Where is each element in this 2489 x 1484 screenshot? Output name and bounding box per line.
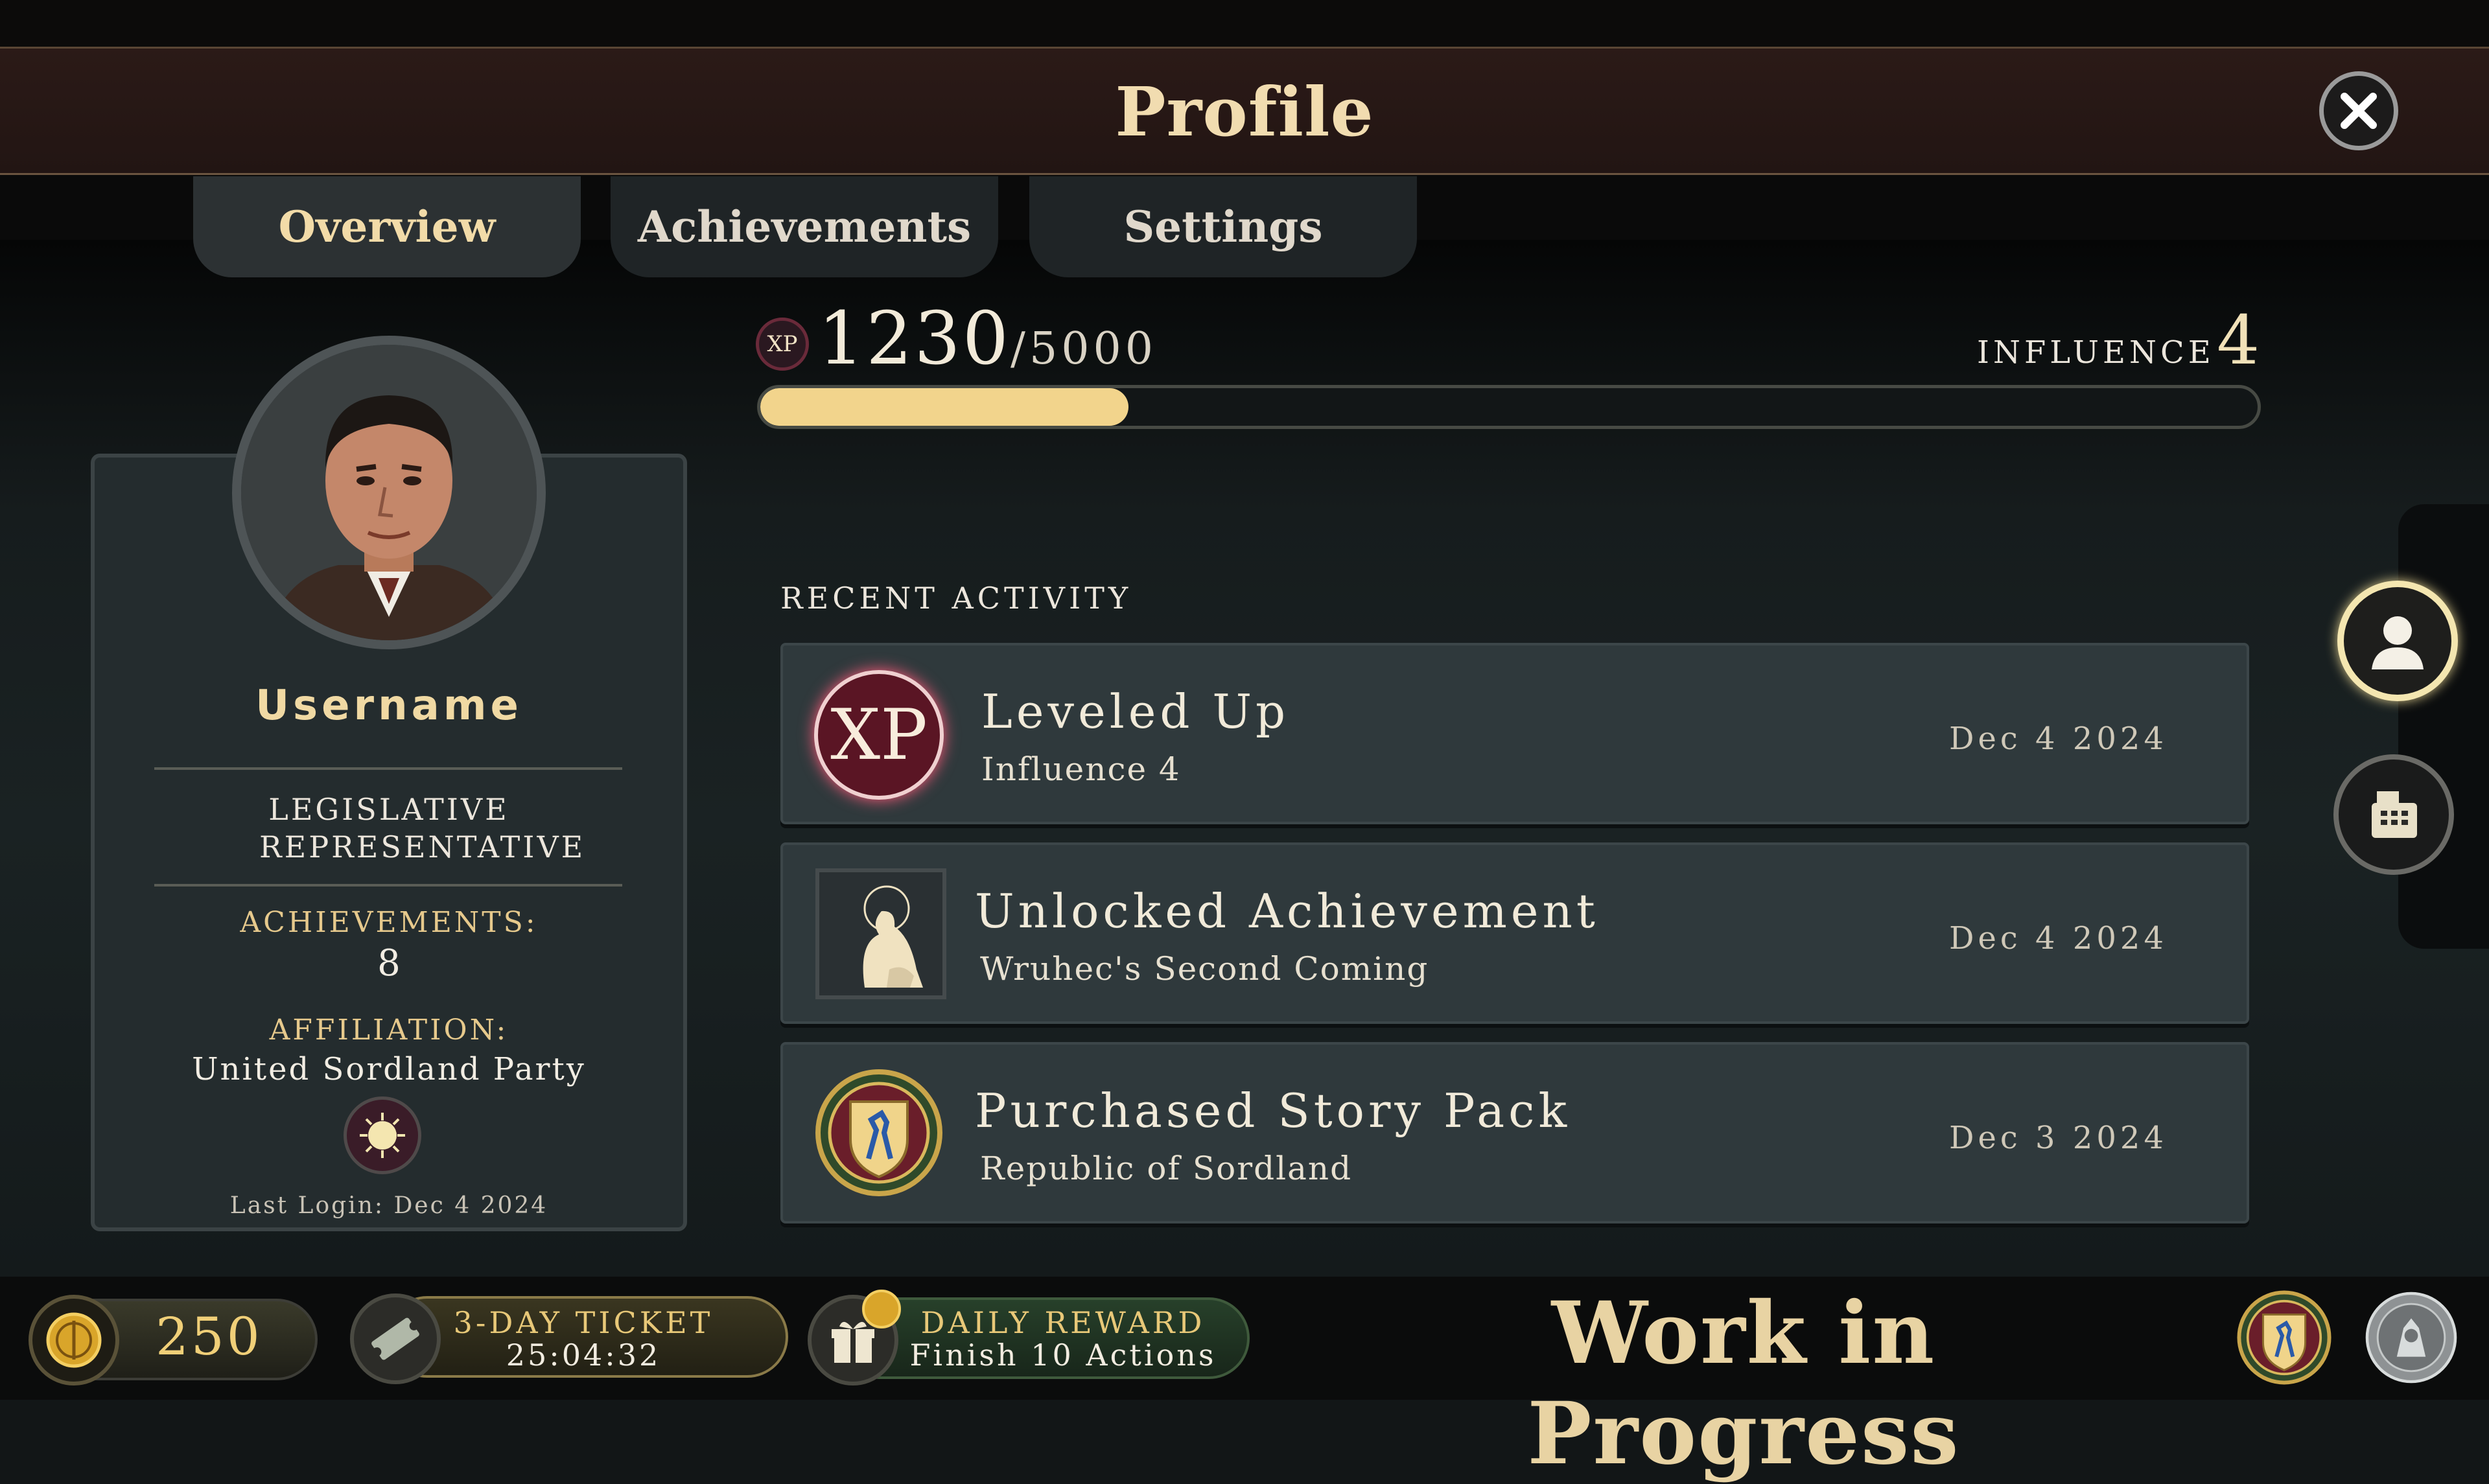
profile-button[interactable] [2337,581,2458,701]
activity-date: Dec 4 2024 [1949,721,2168,757]
activity-subtitle: Wruhec's Second Coming [980,950,1429,988]
xp-progress-bar [757,385,2261,429]
xp-current: 1230 [818,297,1011,381]
reward-label: DAILY REWARD [920,1305,1206,1340]
activity-subtitle: Republic of Sordland [980,1150,1353,1187]
side-panel [2398,504,2489,949]
coin-balance: 250 [156,1306,263,1367]
last-login: Last Login: Dec 4 2024 [229,1192,548,1219]
avatar[interactable] [232,336,546,649]
achievement-portrait-icon [815,868,946,999]
achievements-label: ACHIEVEMENTS: [240,906,538,939]
work-in-progress-banner: Work in Progress [1527,1283,1960,1484]
reward-coin-icon [862,1290,901,1328]
activity-title: Purchased Story Pack [975,1084,1571,1138]
top-strip [0,0,2489,47]
close-icon [2341,93,2377,129]
card-divider [154,767,622,770]
page-title: Profile [1115,72,1374,152]
activity-title: Leveled Up [981,684,1290,739]
tab-settings[interactable]: Settings [1029,176,1417,277]
xp-badge-icon: XP [756,318,809,371]
shop-button[interactable] [2333,754,2454,875]
close-button[interactable] [2319,71,2398,150]
affiliation-value: United Sordland Party [192,1051,586,1087]
xp-counter: 1230 /5000 [818,297,1157,381]
ticket-icon [350,1293,441,1384]
card-divider [154,884,622,887]
influence-label: INFLUENCE [1977,334,2215,371]
influence-value: 4 [2217,301,2260,380]
ticket-label: 3-DAY TICKET [453,1305,714,1340]
rank-title: LEGISLATIVE REPRESENTATIVE [259,792,586,864]
ticket-timer: 25:04:32 [506,1338,661,1373]
affiliation-label: AFFILIATION: [269,1014,509,1047]
tab-achievements[interactable]: Achievements [611,176,998,277]
party-emblem-icon [344,1096,421,1174]
achievements-count: 8 [377,942,401,984]
profile-icon [2372,616,2424,669]
header: Profile [0,47,2489,175]
silver-emblem-icon [2365,1292,2457,1384]
activity-item[interactable]: Unlocked Achievement Wruhec's Second Com… [780,842,2249,1024]
xp-level-icon: XP [814,670,944,800]
sordland-crest-icon [2237,1290,2331,1385]
reward-task: Finish 10 Actions [909,1338,1217,1373]
activity-item[interactable]: Purchased Story Pack Republic of Sordlan… [780,1042,2249,1223]
coin-icon [29,1295,119,1385]
sordland-crest-button[interactable] [2236,1290,2332,1385]
xp-max: /5000 [1011,323,1157,375]
activity-item[interactable]: XP Leveled Up Influence 4 Dec 4 2024 [780,643,2249,824]
activity-date: Dec 3 2024 [1949,1120,2168,1156]
sordland-crest-icon [814,1068,944,1198]
silver-emblem-button[interactable] [2363,1290,2459,1385]
username: Username [255,682,522,730]
activity-subtitle: Influence 4 [981,750,1181,788]
avatar-portrait [241,345,537,640]
shop-register-icon [2372,791,2417,838]
xp-progress-fill [760,388,1129,426]
activity-title: Unlocked Achievement [975,884,1599,938]
activity-date: Dec 4 2024 [1949,920,2168,956]
tab-overview[interactable]: Overview [193,176,581,277]
recent-activity-label: RECENT ACTIVITY [780,581,1132,616]
